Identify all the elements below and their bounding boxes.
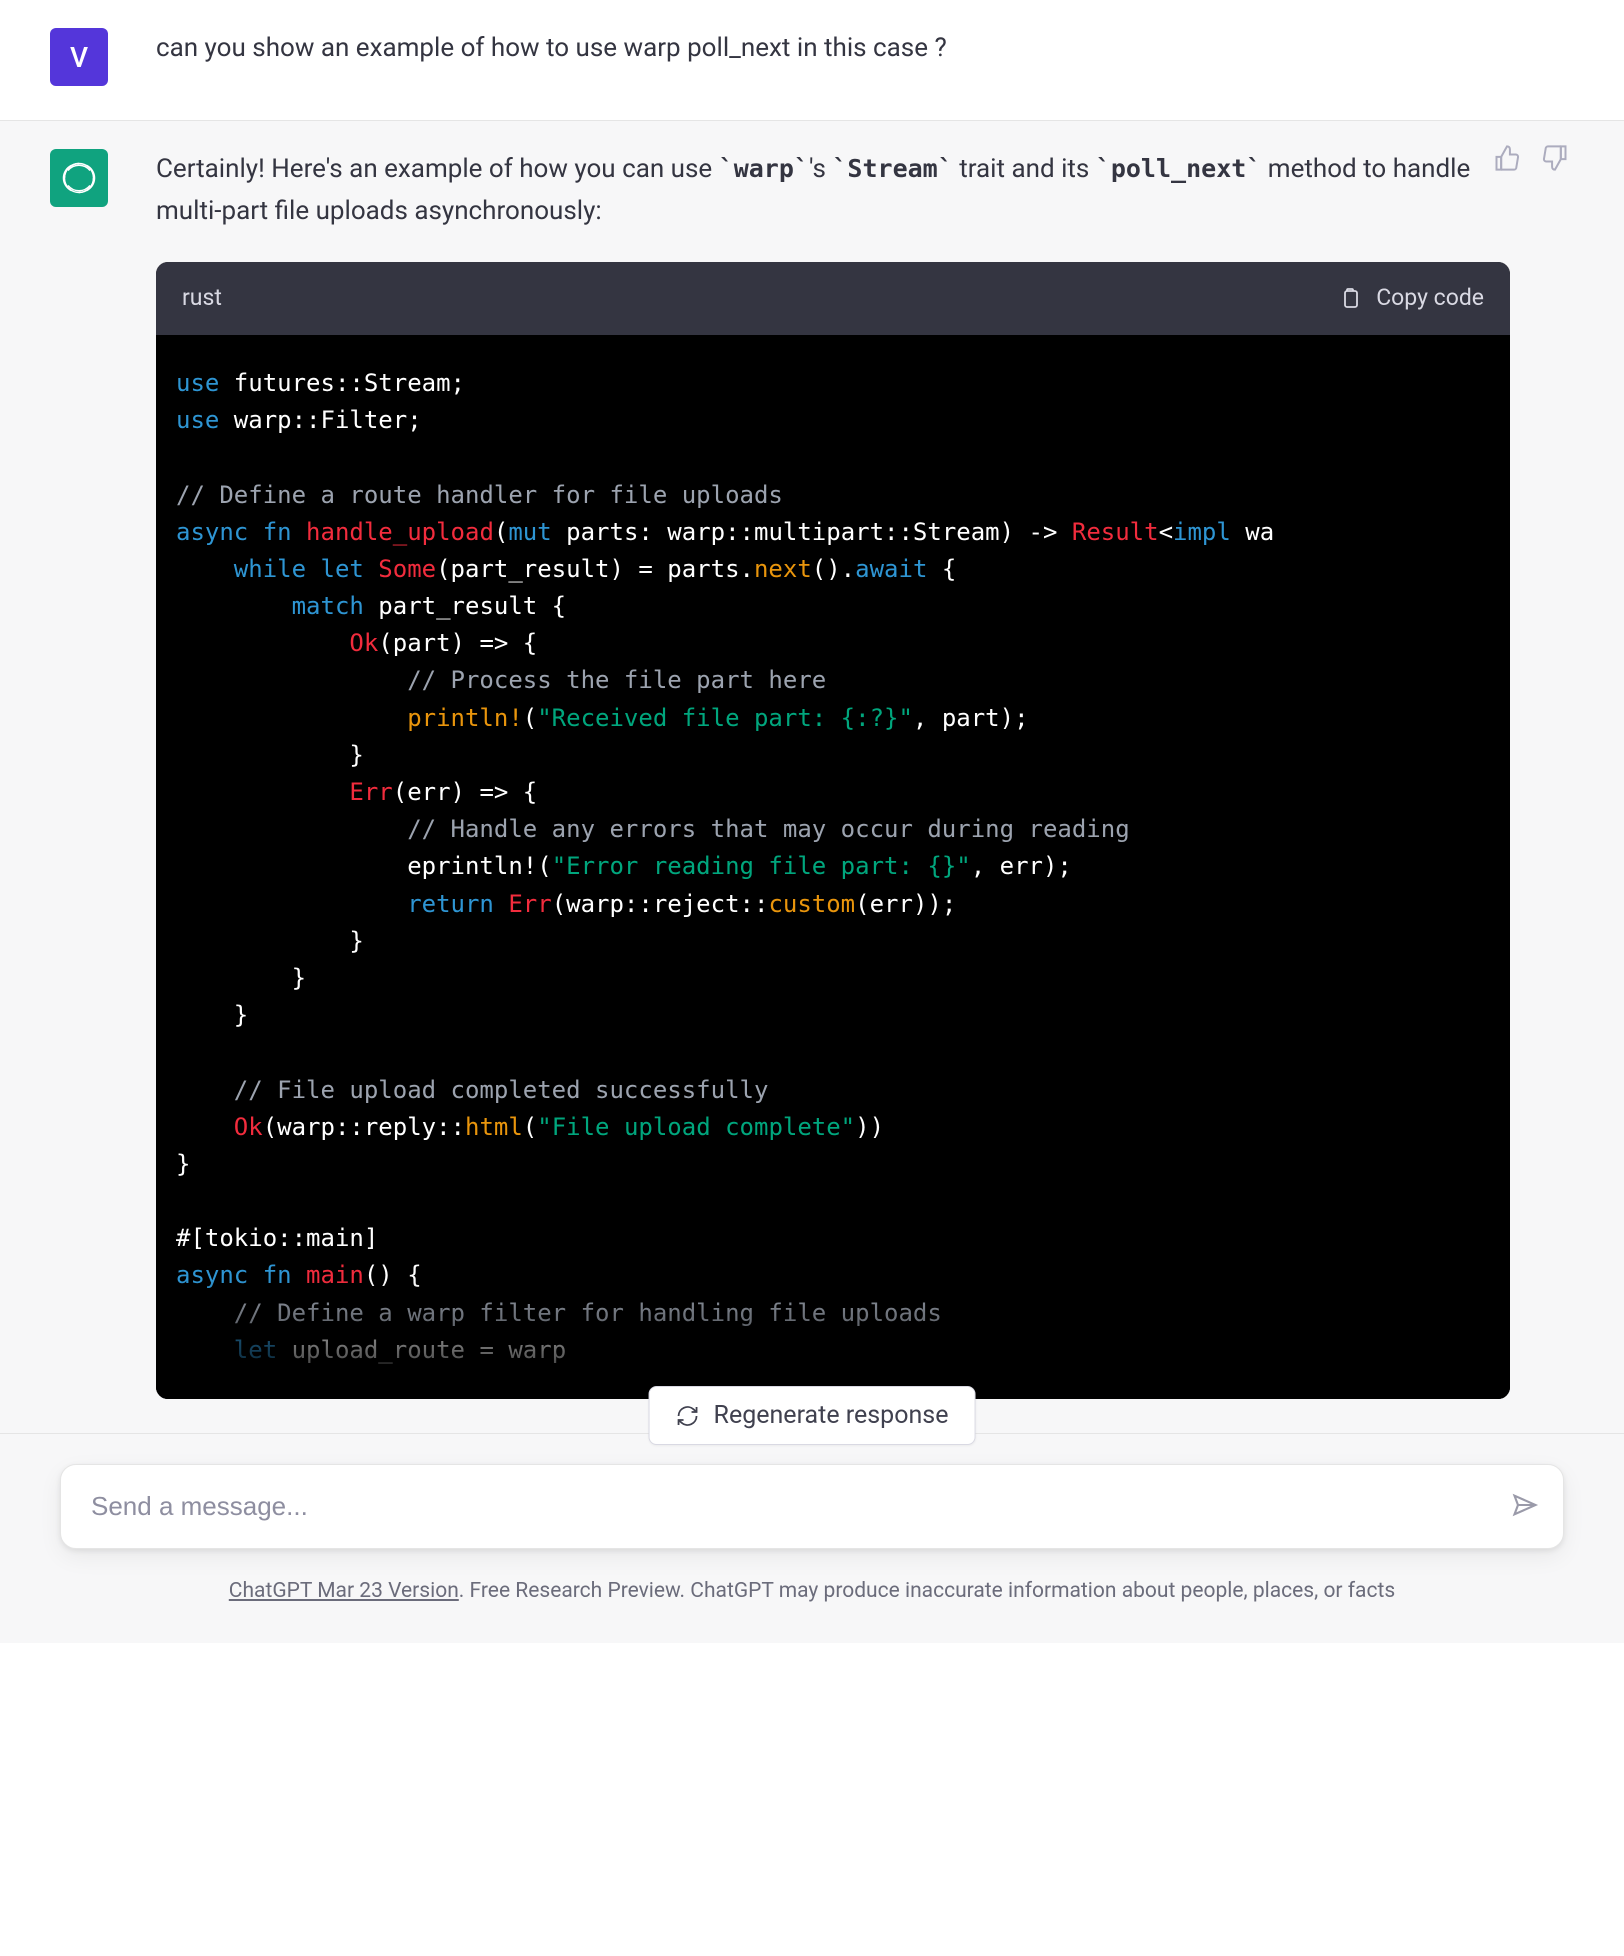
user-message-text: can you show an example of how to use wa… — [156, 28, 1510, 70]
inline-code-stream: `Stream` — [832, 154, 952, 183]
assistant-intro-paragraph: Certainly! Here's an example of how you … — [156, 149, 1510, 232]
assistant-message-row: Certainly! Here's an example of how you … — [0, 121, 1624, 1434]
thumbs-down-button[interactable] — [1540, 143, 1570, 173]
code-block-header: rust Copy code — [156, 262, 1510, 335]
footer-disclaimer: ChatGPT Mar 23 Version. Free Research Pr… — [60, 1579, 1564, 1603]
thumbs-down-icon — [1541, 144, 1569, 172]
inline-code-pollnext: `poll_next` — [1096, 154, 1262, 183]
input-zone: Regenerate response ChatGPT Mar 23 Versi… — [0, 1434, 1624, 1643]
refresh-icon — [676, 1404, 700, 1428]
chat-input[interactable] — [91, 1491, 1493, 1522]
user-message-row: V can you show an example of how to use … — [0, 0, 1624, 121]
thumbs-up-button[interactable] — [1492, 143, 1522, 173]
user-avatar: V — [50, 28, 108, 86]
chat-page: V can you show an example of how to use … — [0, 0, 1624, 1643]
regenerate-button[interactable]: Regenerate response — [649, 1386, 976, 1445]
inline-code-warp: `warp` — [719, 154, 809, 183]
openai-logo-icon — [61, 160, 97, 196]
assistant-message-body: Certainly! Here's an example of how you … — [156, 149, 1510, 1399]
send-button[interactable] — [1511, 1491, 1539, 1523]
intro-text: Certainly! Here's an example of how you … — [156, 154, 719, 184]
clipboard-icon — [1338, 287, 1362, 311]
copy-code-label: Copy code — [1376, 280, 1484, 317]
thumbs-up-icon — [1493, 144, 1521, 172]
code-block: rust Copy code use futures::Stream; use … — [156, 262, 1510, 1399]
code-lang-label: rust — [182, 280, 222, 317]
regenerate-label: Regenerate response — [714, 1401, 949, 1430]
code-content[interactable]: use futures::Stream; use warp::Filter; /… — [156, 335, 1510, 1399]
version-link[interactable]: ChatGPT Mar 23 Version — [229, 1579, 459, 1603]
feedback-actions — [1492, 143, 1570, 173]
copy-code-button[interactable]: Copy code — [1338, 280, 1484, 317]
send-icon — [1511, 1491, 1539, 1519]
chat-input-container[interactable] — [60, 1464, 1564, 1549]
assistant-avatar — [50, 149, 108, 207]
